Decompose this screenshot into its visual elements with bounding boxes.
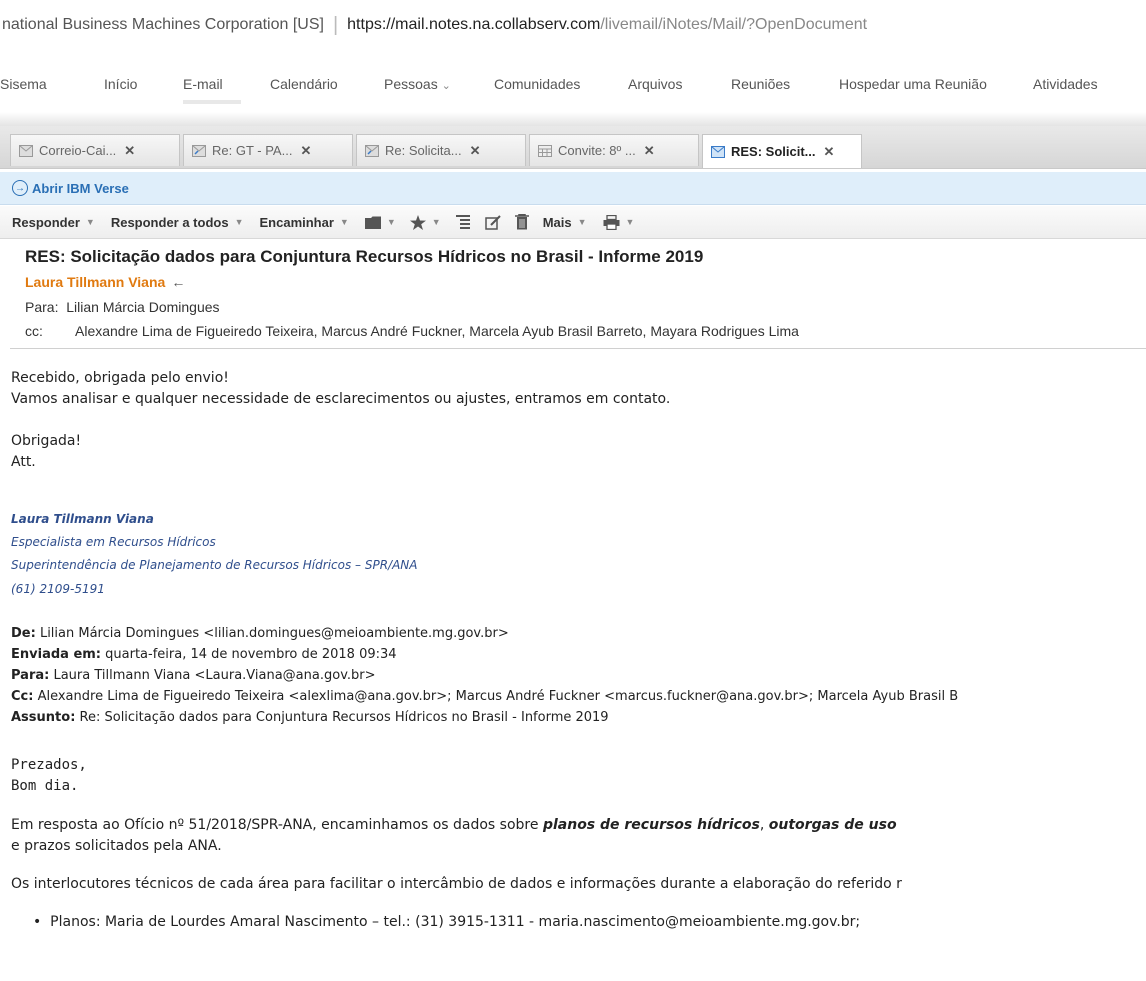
quoted-cc-label: Cc: — [11, 689, 34, 704]
quoted-body-line: Bom dia. — [11, 778, 79, 794]
quoted-to: Para: Laura Tillmann Viana <Laura.Viana@… — [11, 668, 376, 683]
quoted-from: De: Lilian Márcia Domingues <lilian.domi… — [11, 626, 509, 641]
body-line: Vamos analisar e qualquer necessidade de… — [11, 391, 671, 407]
signature-title: Especialista em Recursos Hídricos — [11, 535, 216, 549]
bullet-icon: • — [33, 914, 42, 930]
list-item: • Planos: Maria de Lourdes Amaral Nascim… — [33, 914, 860, 930]
quoted-sent: Enviada em: quarta-feira, 14 de novembro… — [11, 647, 397, 662]
quoted-body-line: Os interlocutores técnicos de cada área … — [11, 876, 902, 892]
message-body: Recebido, obrigada pelo envio! Vamos ana… — [0, 0, 1146, 981]
quoted-text: Em resposta ao Ofício nº 51/2018/SPR-ANA… — [11, 817, 543, 833]
quoted-sent-label: Enviada em: — [11, 647, 102, 662]
quoted-body-line: e prazos solicitados pela ANA. — [11, 838, 222, 854]
body-line: Att. — [11, 454, 36, 470]
list-item-text: Planos: Maria de Lourdes Amaral Nascimen… — [50, 914, 861, 930]
quoted-cc-value: Alexandre Lima de Figueiredo Teixeira <a… — [33, 689, 959, 704]
body-line: Obrigada! — [11, 433, 82, 449]
quoted-cc: Cc: Alexandre Lima de Figueiredo Teixeir… — [11, 689, 958, 704]
quoted-from-value: Lilian Márcia Domingues <lilian.domingue… — [35, 626, 509, 641]
quoted-to-value: Laura Tillmann Viana <Laura.Viana@ana.go… — [49, 668, 376, 683]
quoted-body-paragraph: Em resposta ao Ofício nº 51/2018/SPR-ANA… — [11, 817, 897, 833]
signature-name: Laura Tillmann Viana — [11, 512, 154, 526]
quoted-text: , — [759, 817, 769, 833]
quoted-body-line: Prezados, — [11, 757, 87, 773]
quoted-subject-value: Re: Solicitação dados para Conjuntura Re… — [75, 710, 609, 725]
signature-phone: (61) 2109-5191 — [11, 582, 105, 596]
quoted-subject-label: Assunto: — [11, 710, 76, 725]
emphasis-text: outorgas de uso — [768, 817, 897, 833]
emphasis-text: planos de recursos hídricos — [542, 817, 760, 833]
quoted-subject: Assunto: Re: Solicitação dados para Conj… — [11, 710, 609, 725]
body-line: Recebido, obrigada pelo envio! — [11, 370, 229, 386]
quoted-to-label: Para: — [11, 668, 50, 683]
quoted-from-label: De: — [11, 626, 36, 641]
quoted-sent-value: quarta-feira, 14 de novembro de 2018 09:… — [101, 647, 397, 662]
signature-dept: Superintendência de Planejamento de Recu… — [11, 558, 418, 572]
